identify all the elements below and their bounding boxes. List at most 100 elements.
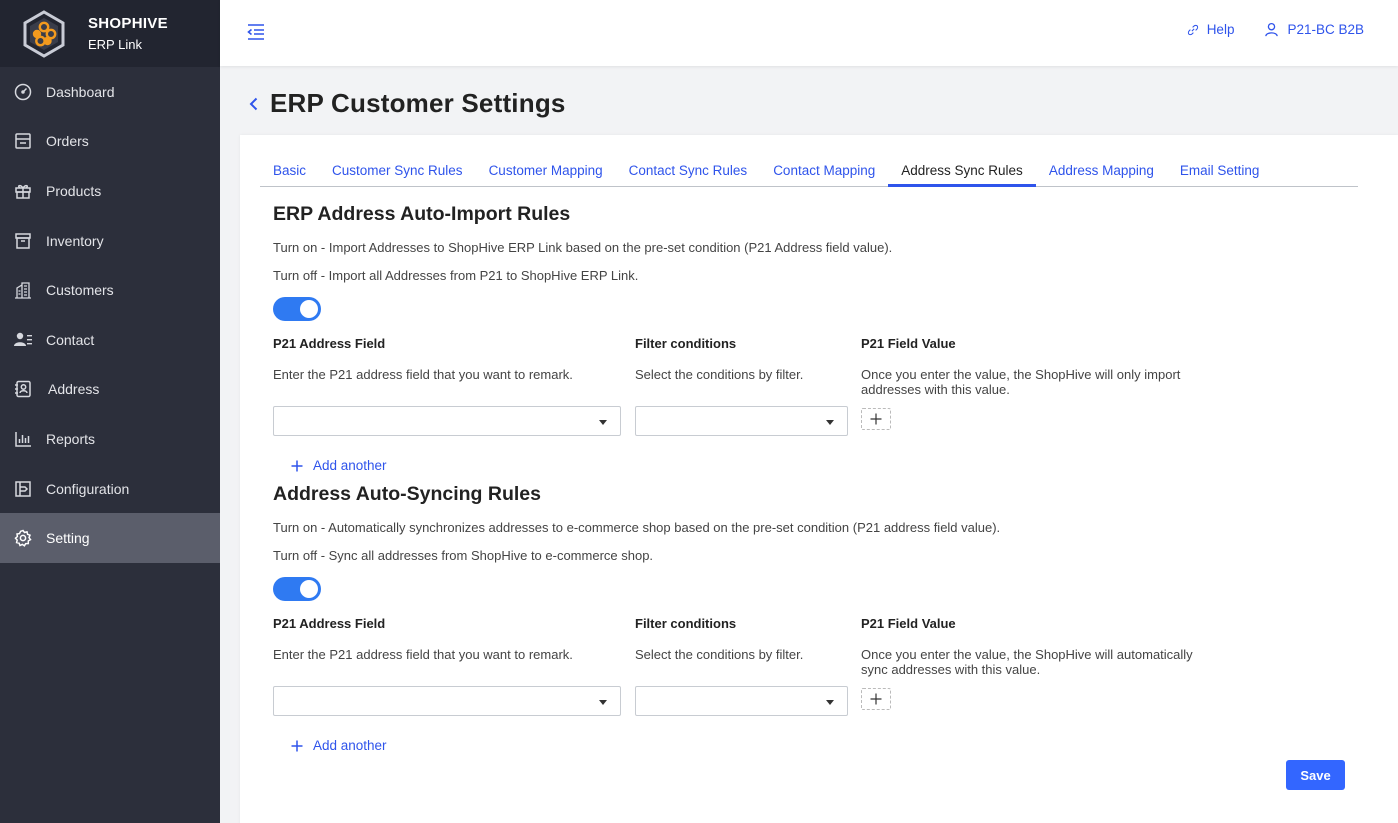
turn-off-description: Turn off - Import all Addresses from P21…: [273, 268, 639, 283]
save-button[interactable]: Save: [1286, 760, 1345, 790]
address-book-icon: [14, 380, 32, 398]
filter-description: Select the conditions by filter.: [635, 647, 804, 662]
tab-email-setting[interactable]: Email Setting: [1167, 157, 1273, 187]
tab-customer-sync-rules[interactable]: Customer Sync Rules: [319, 157, 476, 187]
section-title: Address Auto-Syncing Rules: [273, 483, 541, 505]
column-header-filter: Filter conditions: [635, 616, 737, 631]
import-rules-section: ERP Address Auto-Import Rules Turn on - …: [273, 203, 1353, 473]
bar-chart-icon: [14, 430, 32, 448]
brand[interactable]: SHOPHIVE ERP Link: [0, 0, 220, 67]
chevron-down-icon: [826, 700, 834, 705]
brand-subtitle: ERP Link: [88, 37, 142, 52]
toggle-knob: [300, 300, 318, 318]
column-header-value: P21 Field Value: [861, 616, 956, 631]
settings-tabs: Basic Customer Sync Rules Customer Mappi…: [260, 157, 1358, 187]
page-title: ERP Customer Settings: [270, 88, 566, 118]
import-rules-toggle[interactable]: [273, 297, 321, 321]
column-header-field: P21 Address Field: [273, 616, 386, 631]
sync-rules-section: Address Auto-Syncing Rules Turn on - Aut…: [273, 483, 1353, 753]
add-another-label: Add another: [313, 738, 387, 753]
gift-icon: [14, 182, 32, 200]
settings-card: Basic Customer Sync Rules Customer Mappi…: [240, 135, 1398, 823]
p21-address-field-select[interactable]: [273, 686, 621, 716]
value-description: Once you enter the value, the ShopHive w…: [861, 367, 1181, 397]
sidebar-item-dashboard[interactable]: Dashboard: [0, 67, 220, 117]
sidebar-item-setting[interactable]: Setting: [0, 513, 220, 563]
add-another-button[interactable]: Add another: [291, 458, 387, 473]
sidebar-item-address[interactable]: Address: [0, 365, 220, 415]
tab-address-mapping[interactable]: Address Mapping: [1036, 157, 1167, 187]
configuration-icon: [14, 480, 32, 498]
plus-icon: [870, 693, 882, 705]
dashboard-icon: [14, 83, 32, 101]
sidebar-item-label: Setting: [46, 530, 90, 547]
column-header-field: P21 Address Field: [273, 336, 386, 351]
sidebar-item-label: Configuration: [46, 480, 130, 497]
tab-contact-sync-rules[interactable]: Contact Sync Rules: [616, 157, 761, 187]
add-value-button[interactable]: [861, 408, 891, 430]
sidebar-item-products[interactable]: Products: [0, 166, 220, 216]
sidebar-item-label: Dashboard: [46, 83, 115, 100]
sidebar-item-contact[interactable]: Contact: [0, 315, 220, 365]
field-description: Enter the P21 address field that you wan…: [273, 367, 573, 382]
chevron-down-icon: [826, 420, 834, 425]
contact-icon: [14, 331, 32, 349]
add-another-label: Add another: [313, 458, 387, 473]
user-icon: [1265, 22, 1279, 37]
sidebar-item-label: Address: [48, 381, 100, 398]
value-description: Once you enter the value, the ShopHive w…: [861, 647, 1193, 677]
tab-customer-mapping[interactable]: Customer Mapping: [476, 157, 616, 187]
sidebar-item-customers[interactable]: Customers: [0, 265, 220, 315]
toggle-knob: [300, 580, 318, 598]
turn-on-description: Turn on - Automatically synchronizes add…: [273, 520, 1001, 535]
field-description: Enter the P21 address field that you wan…: [273, 647, 573, 662]
add-value-button[interactable]: [861, 688, 891, 710]
turn-on-description: Turn on - Import Addresses to ShopHive E…: [273, 240, 893, 255]
sidebar-item-orders[interactable]: Orders: [0, 117, 220, 167]
gear-icon: [14, 529, 32, 548]
user-menu[interactable]: P21-BC B2B: [1264, 22, 1364, 37]
tab-basic[interactable]: Basic: [260, 157, 319, 187]
sidebar-item-label: Customers: [46, 282, 114, 299]
column-header-filter: Filter conditions: [635, 336, 737, 351]
column-header-value: P21 Field Value: [861, 336, 956, 351]
orders-icon: [14, 132, 32, 150]
plus-icon: [291, 460, 303, 471]
sidebar-nav: Dashboard Orders Products Inventory Cust…: [0, 67, 220, 563]
sidebar-item-label: Products: [46, 182, 102, 199]
sidebar-item-label: Inventory: [46, 232, 104, 249]
section-title: ERP Address Auto-Import Rules: [273, 203, 571, 225]
filter-description: Select the conditions by filter.: [635, 367, 804, 382]
menu-collapse-icon[interactable]: [246, 22, 266, 42]
building-icon: [14, 281, 32, 299]
filter-conditions-select[interactable]: [635, 686, 848, 716]
sidebar-item-label: Contact: [46, 331, 95, 348]
link-icon: [1187, 24, 1198, 35]
sidebar-item-label: Orders: [46, 133, 89, 150]
shophive-logo-icon: [23, 9, 65, 58]
brand-name: SHOPHIVE: [88, 15, 168, 32]
chevron-down-icon: [599, 420, 607, 425]
sidebar-item-inventory[interactable]: Inventory: [0, 216, 220, 266]
sync-rules-toggle[interactable]: [273, 577, 321, 601]
tab-address-sync-rules[interactable]: Address Sync Rules: [888, 157, 1036, 187]
sidebar-item-reports[interactable]: Reports: [0, 414, 220, 464]
help-label: Help: [1206, 22, 1235, 37]
inventory-icon: [14, 232, 32, 250]
turn-off-description: Turn off - Sync all addresses from ShopH…: [273, 548, 654, 563]
tab-contact-mapping[interactable]: Contact Mapping: [760, 157, 888, 187]
sidebar: SHOPHIVE ERP Link Dashboard Orders Produ…: [0, 0, 220, 823]
back-chevron-icon[interactable]: [246, 96, 262, 112]
user-name: P21-BC B2B: [1287, 22, 1364, 37]
plus-icon: [291, 740, 303, 751]
chevron-down-icon: [599, 700, 607, 705]
page-title-row: ERP Customer Settings: [246, 88, 566, 119]
add-another-button[interactable]: Add another: [291, 738, 387, 753]
sidebar-item-configuration[interactable]: Configuration: [0, 464, 220, 514]
p21-address-field-select[interactable]: [273, 406, 621, 436]
help-link[interactable]: Help: [1187, 22, 1235, 37]
plus-icon: [870, 413, 882, 425]
top-header: Help P21-BC B2B: [220, 0, 1398, 66]
filter-conditions-select[interactable]: [635, 406, 848, 436]
sidebar-item-label: Reports: [46, 430, 96, 447]
